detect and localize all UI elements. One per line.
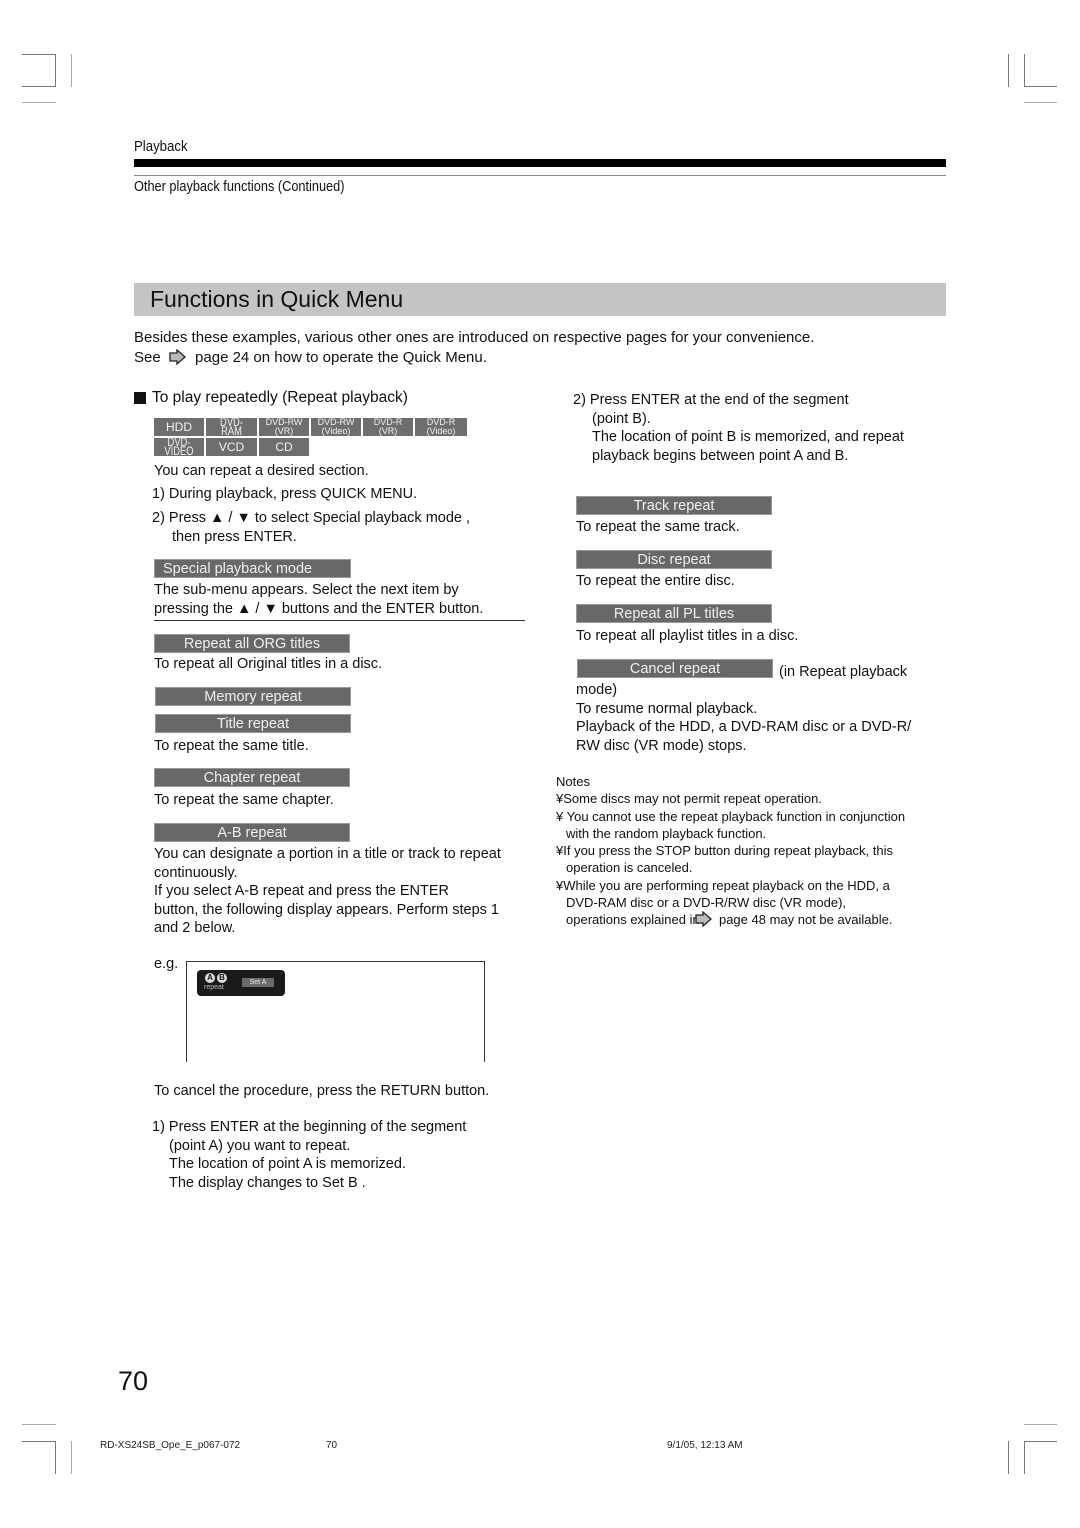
crop-mark [22, 1424, 56, 1425]
note-item: ¥Some discs may not permit repeat operat… [556, 791, 822, 807]
ab-step-2: 2) Press ENTER at the end of the segment… [573, 392, 904, 464]
note-item: ¥ You cannot use the repeat playback fun… [556, 808, 906, 841]
title-desc: To repeat the same title. [154, 738, 309, 754]
page-number: 70 [118, 1366, 149, 1396]
osd-ab-repeat: A B repeat Set A [197, 970, 285, 996]
header-thick-rule [134, 159, 946, 167]
menu-item-special-playback-mode[interactable]: Special playback mode [154, 559, 351, 578]
square-bullet-icon [134, 392, 146, 404]
note-item: ¥If you press the STOP button during rep… [556, 843, 893, 876]
menu-item-track-repeat[interactable]: Track repeat [576, 496, 772, 515]
intro-see: See [134, 349, 161, 366]
running-head: Playback [134, 138, 188, 155]
disc-badge-cd: CD [259, 438, 309, 456]
sub-head: Other playback functions (Continued) [134, 178, 345, 195]
section-heading-text: To play repeatedly (Repeat playback) [152, 389, 408, 406]
crop-mark [55, 54, 56, 86]
note-item: ¥While you are performing repeat playbac… [556, 877, 951, 932]
footer-page: 70 [326, 1440, 338, 1451]
menu-item-repeat-all-pl-titles[interactable]: Repeat all PL titles [576, 604, 772, 623]
menu-item-repeat-all-org-titles[interactable]: Repeat all ORG titles [154, 634, 350, 653]
crop-mark [71, 1441, 72, 1474]
menu-item-cancel-repeat[interactable]: Cancel repeat [577, 659, 773, 678]
menu-item-ab-repeat[interactable]: A-B repeat [154, 823, 350, 842]
ab-step-1: 1) Press ENTER at the beginning of the s… [152, 1119, 467, 1191]
osd-b-icon: B [217, 973, 227, 983]
crop-mark [22, 86, 56, 87]
footer-file: RD-XS24SB_Ope_E_p067-072 [100, 1440, 241, 1451]
pl-desc: To repeat all playlist titles in a disc. [576, 628, 799, 644]
intro: Besides these examples, various other on… [134, 328, 814, 371]
example-label: e.g. [154, 956, 179, 972]
crop-mark [71, 54, 72, 87]
crop-mark [1024, 1441, 1057, 1442]
intro-page-ref: page 24 on how to operate the Quick Menu… [195, 349, 487, 366]
crop-mark [1024, 54, 1025, 87]
track-desc: To repeat the same track. [576, 519, 740, 535]
intro-line-1: Besides these examples, various other on… [134, 329, 815, 346]
submenu-desc: The sub-menu appears. Select the next it… [154, 582, 484, 617]
section-heading: To play repeatedly (Repeat playback) [134, 389, 408, 407]
notes-heading: Notes [556, 774, 590, 789]
crop-mark [1024, 102, 1057, 103]
disc-badge-vcd: VCD [206, 438, 257, 456]
page-title-bar: Functions in Quick Menu [134, 283, 946, 316]
notes: Notes ¥Some discs may not permit repeat … [556, 773, 951, 932]
disc-badges-row-1: HDD DVD-RAM DVD-RW (VR) DVD-RW (Video) DVD… [154, 416, 467, 437]
crop-mark [1024, 1441, 1025, 1474]
disc-badge-dvd-ram: DVD-RAM [206, 416, 257, 437]
disc-desc: To repeat the entire disc. [576, 573, 735, 589]
disc-badge-dvd-r-video: DVD-R (Video) [415, 418, 467, 436]
arrow-right-icon [695, 910, 713, 931]
crop-mark [22, 1441, 56, 1442]
cancel-suffix: (in Repeat playback [779, 664, 908, 680]
crop-mark [22, 54, 55, 55]
disc-badge-hdd: HDD [154, 418, 204, 436]
menu-item-memory-repeat[interactable]: Memory repeat [155, 687, 351, 706]
menu-item-disc-repeat[interactable]: Disc repeat [576, 550, 772, 569]
step-1: 1) During playback, press QUICK MENU. [152, 486, 418, 502]
footer-timestamp: 9/1/05, 12:13 AM [667, 1440, 743, 1451]
crop-mark [1024, 86, 1057, 87]
osd-repeat-label: repeat [204, 984, 224, 991]
osd-a-icon: A [205, 973, 215, 983]
crop-mark [22, 102, 56, 103]
crop-mark [1008, 54, 1009, 87]
crop-mark [1024, 1424, 1057, 1425]
page-title: Functions in Quick Menu [150, 286, 404, 312]
chapter-desc: To repeat the same chapter. [154, 792, 334, 808]
disc-badge-dvd-rw-vr: DVD-RW (VR) [259, 418, 309, 436]
org-desc: To repeat all Original titles in a disc. [154, 656, 383, 672]
ab-desc: You can designate a portion in a title o… [154, 846, 501, 936]
section-desc: You can repeat a desired section. [154, 463, 369, 479]
menu-item-chapter-repeat[interactable]: Chapter repeat [154, 768, 350, 787]
cancel-desc: mode) To resume normal playback. Playbac… [576, 682, 912, 754]
disc-badge-dvd-video: DVD-VIDEO [154, 436, 204, 457]
arrow-right-icon [169, 348, 187, 371]
crop-mark [55, 1441, 56, 1474]
osd-status: Set A [242, 978, 274, 987]
disc-badges-row-2: DVD-VIDEO VCD CD [154, 436, 309, 457]
step-2: 2) Press ▲ / ▼ to select Special playbac… [152, 510, 471, 545]
cancel-note: To cancel the procedure, press the RETUR… [154, 1083, 490, 1099]
disc-badge-dvd-r-vr: DVD-R (VR) [363, 418, 413, 436]
header-thin-rule [134, 175, 946, 176]
divider [154, 620, 525, 621]
disc-badge-dvd-rw-video: DVD-RW (Video) [311, 418, 361, 436]
crop-mark [1008, 1441, 1009, 1474]
intro-line-2: See page 24 on how to operate the Quick … [134, 348, 814, 371]
menu-item-title-repeat[interactable]: Title repeat [155, 714, 351, 733]
